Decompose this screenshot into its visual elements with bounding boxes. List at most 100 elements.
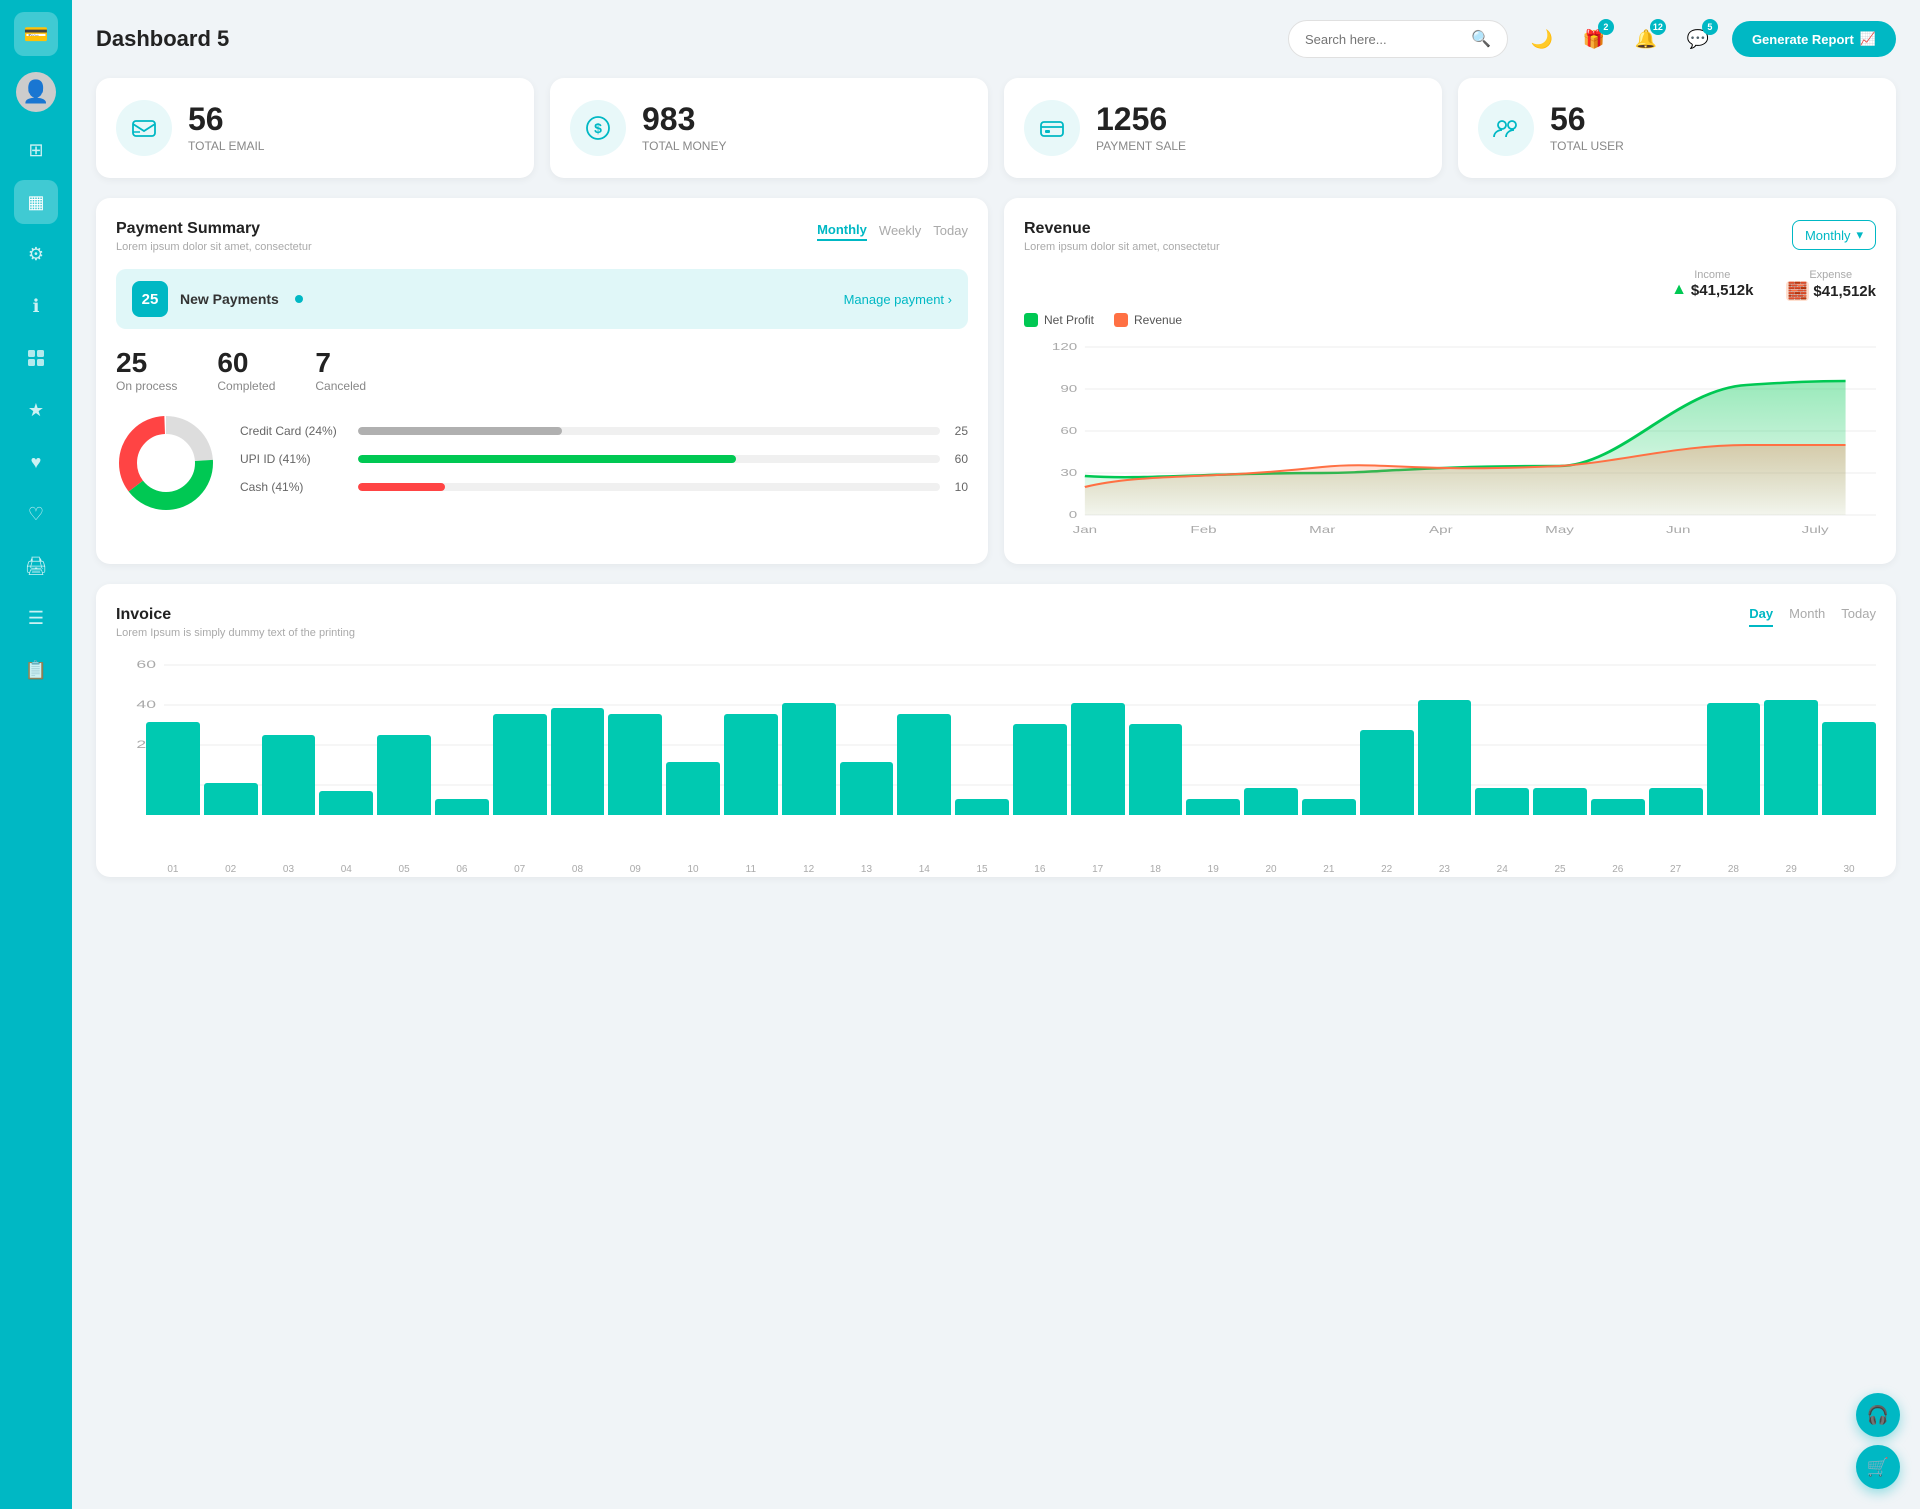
bar-item [1707,703,1761,815]
payment-stats-row: 25 On process 60 Completed 7 Canceled [116,347,968,393]
sidebar-item-star[interactable]: ★ [14,388,58,432]
bar-item [1418,700,1472,815]
sidebar-item-analytics[interactable] [14,336,58,380]
cart-icon: 🛒 [1867,1457,1889,1478]
payment-icon [1024,100,1080,156]
bar-label: 02 [204,864,258,875]
bar-item [1822,722,1876,815]
stat-cards: 56 TOTAL EMAIL $ 983 TOTAL MONEY [96,78,1896,178]
tab-today[interactable]: Today [933,221,968,240]
bar-item [782,703,836,815]
upi-track [358,455,940,463]
revenue-monthly-dropdown[interactable]: Monthly ▾ [1792,220,1876,250]
cart-button[interactable]: 🛒 [1856,1445,1900,1489]
new-payments-bar: 25 New Payments Manage payment › [116,269,968,329]
invoice-title: Invoice [116,606,355,624]
generate-report-button[interactable]: Generate Report 📈 [1732,21,1896,57]
payment-count: 1256 [1096,103,1186,135]
payment-summary-title: Payment Summary [116,220,312,238]
revenue-title: Revenue [1024,220,1220,238]
support-button[interactable]: 🎧 [1856,1393,1900,1437]
cash-label: Cash (41%) [240,480,350,494]
invoice-subtitle: Lorem Ipsum is simply dummy text of the … [116,627,355,639]
invoice-tabs: Day Month Today [1749,606,1876,627]
sidebar-item-info[interactable]: ℹ [14,284,58,328]
net-profit-legend-icon [1024,313,1038,327]
page-title: Dashboard 5 [96,26,676,52]
credit-card-value: 25 [948,424,968,438]
stat-card-money: $ 983 TOTAL MONEY [550,78,988,178]
tab-monthly[interactable]: Monthly [817,220,867,241]
money-icon: $ [570,100,626,156]
svg-text:May: May [1545,524,1574,536]
bar-item [840,762,894,815]
floating-buttons: 🎧 🛒 [1856,1393,1900,1489]
bar-label: 05 [377,864,431,875]
payment-summary-subtitle: Lorem ipsum dolor sit amet, consectetur [116,241,312,253]
bar-item [1360,730,1414,815]
revenue-panel: Revenue Lorem ipsum dolor sit amet, cons… [1004,198,1896,564]
search-input[interactable] [1305,32,1463,47]
canceled-label: Canceled [315,379,366,393]
gift-badge: 2 [1598,19,1614,35]
bar-label: 26 [1591,864,1645,875]
sidebar-item-settings[interactable]: ⚙ [14,232,58,276]
dark-mode-toggle[interactable]: 🌙 [1524,21,1560,57]
bar-item [1186,799,1240,815]
revenue-legend-label: Revenue [1134,313,1182,327]
payment-summary-panel: Payment Summary Lorem ipsum dolor sit am… [96,198,988,564]
sidebar-item-heart2[interactable]: ♡ [14,492,58,536]
dropdown-label: Monthly [1805,228,1851,243]
avatar[interactable]: 👤 [16,72,56,112]
bar-item [377,735,431,815]
sidebar-logo[interactable]: 💳 [14,12,58,56]
sidebar-item-doc[interactable]: 📋 [14,648,58,692]
bar-label: 11 [724,864,778,875]
income-value: $41,512k [1691,282,1754,299]
sidebar-item-dashboard[interactable]: ▦ [14,180,58,224]
bar-label: 15 [955,864,1009,875]
sidebar-item-print[interactable]: 🖨 [14,544,58,588]
manage-payment-link[interactable]: Manage payment › [844,292,952,307]
svg-text:Jun: Jun [1666,524,1691,536]
search-box[interactable]: 🔍 [1288,20,1508,58]
invoice-tab-day[interactable]: Day [1749,606,1773,627]
payment-summary-header: Payment Summary Lorem ipsum dolor sit am… [116,220,968,253]
gift-button[interactable]: 🎁 2 [1576,21,1612,57]
on-process-number: 25 [116,347,177,379]
sidebar-item-list[interactable]: ☰ [14,596,58,640]
credit-card-fill [358,427,562,435]
money-label: TOTAL MONEY [642,139,726,153]
bar-item [1591,799,1645,815]
net-profit-legend-label: Net Profit [1044,313,1094,327]
svg-text:Jan: Jan [1073,524,1098,536]
svg-text:Feb: Feb [1190,524,1216,536]
income-label: Income [1671,269,1753,281]
bar-item [204,783,258,815]
chart-icon: 📈 [1860,31,1876,47]
bar-label: 16 [1013,864,1067,875]
payment-bars: Credit Card (24%) 25 UPI ID (41%) 60 [240,424,968,508]
income-arrow-icon: ▲ [1671,281,1687,299]
revenue-legend-icon [1114,313,1128,327]
wallet-icon: 💳 [24,22,49,47]
stat-canceled: 7 Canceled [315,347,366,393]
net-profit-legend: Net Profit [1024,313,1094,327]
upi-label: UPI ID (41%) [240,452,350,466]
message-button[interactable]: 💬 5 [1680,21,1716,57]
invoice-tab-today[interactable]: Today [1841,606,1876,627]
bar-label: 03 [262,864,316,875]
invoice-tab-month[interactable]: Month [1789,606,1825,627]
bar-item [262,735,316,815]
moon-icon: 🌙 [1531,29,1553,50]
sidebar-item-heart[interactable]: ♥ [14,440,58,484]
bar-item [1649,788,1703,815]
tab-weekly[interactable]: Weekly [879,221,921,240]
email-count: 56 [188,103,264,135]
credit-card-label: Credit Card (24%) [240,424,350,438]
bar-item [1071,703,1125,815]
notification-button[interactable]: 🔔 12 [1628,21,1664,57]
payment-label: PAYMENT SALE [1096,139,1186,153]
bar-item [435,799,489,815]
sidebar-item-home[interactable]: ⊞ [14,128,58,172]
